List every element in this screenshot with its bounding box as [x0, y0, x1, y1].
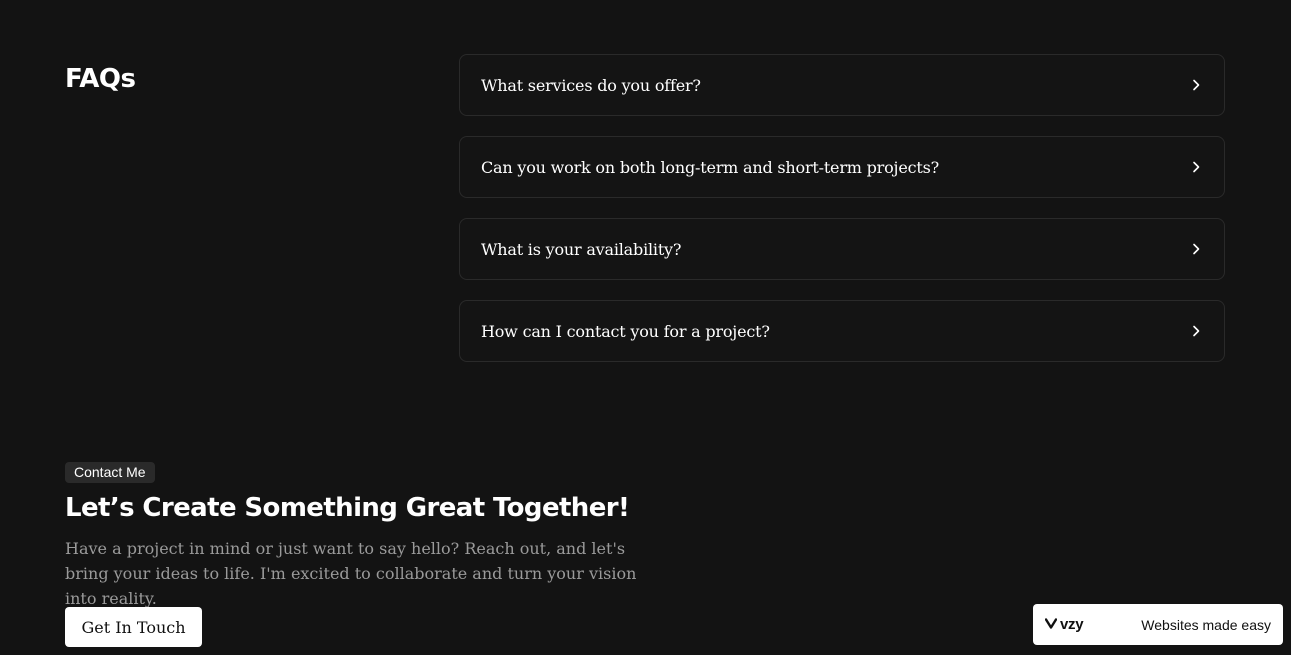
chevron-right-icon	[1189, 160, 1203, 174]
get-in-touch-button[interactable]: Get In Touch	[65, 607, 202, 647]
vzy-tagline: Websites made easy	[1141, 616, 1271, 633]
faq-list: What services do you offer? Can you work…	[459, 54, 1225, 382]
contact-badge: Contact Me	[65, 462, 155, 483]
faq-question: How can I contact you for a project?	[481, 321, 770, 341]
faq-question: What services do you offer?	[481, 75, 701, 95]
faq-item[interactable]: What services do you offer?	[459, 54, 1225, 116]
faq-question: Can you work on both long-term and short…	[481, 157, 939, 177]
faq-item[interactable]: What is your availability?	[459, 218, 1225, 280]
faq-question: What is your availability?	[481, 239, 682, 259]
vzy-logo-icon	[1044, 616, 1058, 634]
chevron-right-icon	[1189, 78, 1203, 92]
contact-heading: Let’s Create Something Great Together!	[65, 493, 630, 523]
faq-item[interactable]: How can I contact you for a project?	[459, 300, 1225, 362]
contact-description: Have a project in mind or just want to s…	[65, 539, 637, 608]
faq-item[interactable]: Can you work on both long-term and short…	[459, 136, 1225, 198]
vzy-logo: vzy	[1044, 616, 1084, 634]
page: FAQs What services do you offer? Can you…	[0, 0, 1291, 655]
chevron-right-icon	[1189, 324, 1203, 338]
faq-title: FAQs	[65, 64, 136, 94]
vzy-logo-text: vzy	[1060, 616, 1084, 633]
chevron-right-icon	[1189, 242, 1203, 256]
vzy-builder-badge[interactable]: vzy Websites made easy	[1033, 604, 1283, 645]
